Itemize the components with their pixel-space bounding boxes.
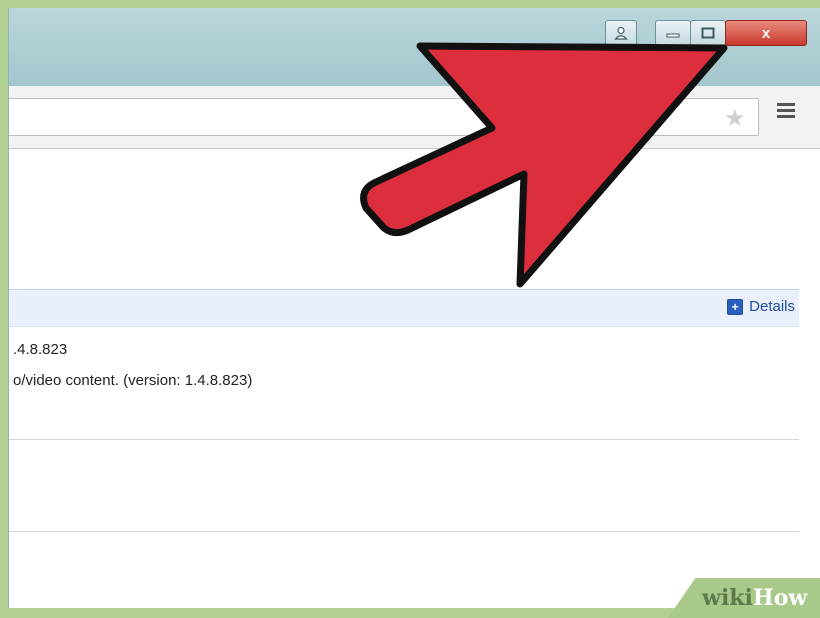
close-icon: x	[761, 24, 771, 42]
details-link[interactable]: + Details	[727, 298, 795, 315]
plugin-version: .4.8.823	[13, 341, 68, 358]
plus-icon: +	[727, 298, 744, 315]
plugin-description: o/video content. (version: 1.4.8.823)	[13, 372, 253, 389]
divider	[9, 531, 799, 532]
watermark-part1: wiki	[702, 585, 753, 611]
minimize-icon	[666, 33, 680, 38]
maximize-icon	[701, 27, 715, 39]
red-arrow-overlay	[360, 42, 728, 288]
divider	[9, 439, 799, 440]
hamburger-menu-icon[interactable]	[777, 103, 795, 119]
plugin-header-bar: + Details	[9, 289, 799, 327]
details-label: Details	[749, 298, 795, 315]
person-icon	[614, 26, 628, 40]
watermark-part2: How	[752, 585, 808, 611]
red-arrow-icon	[360, 42, 728, 288]
close-button[interactable]: x	[725, 20, 807, 46]
